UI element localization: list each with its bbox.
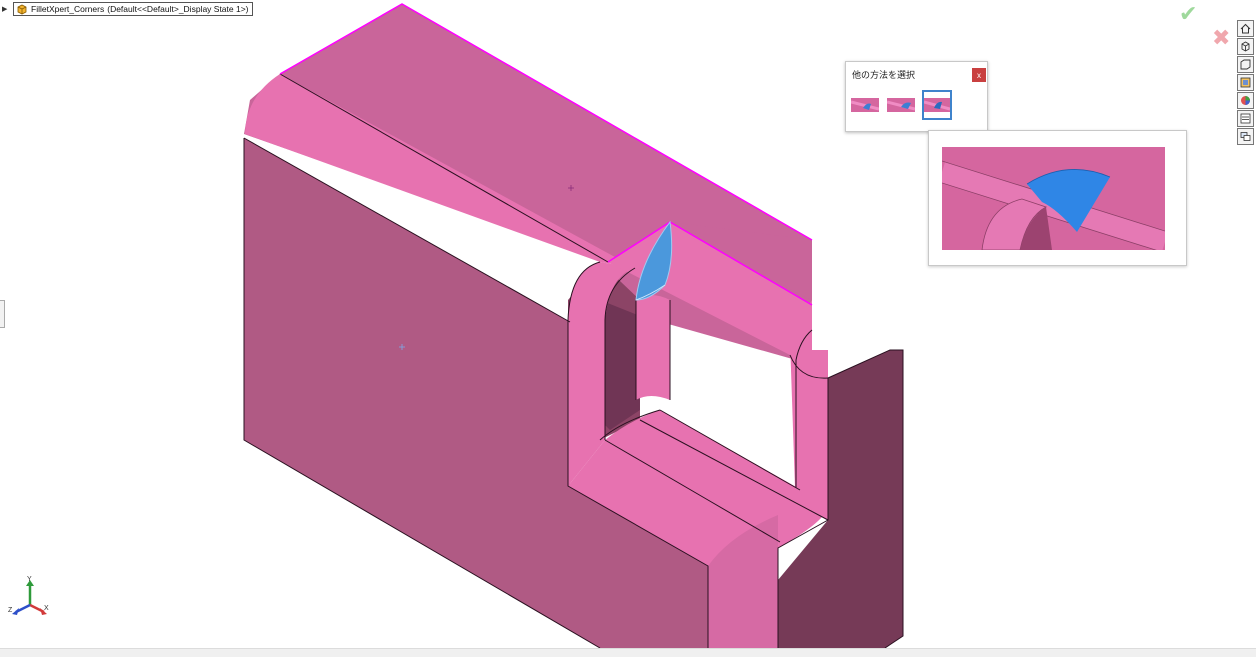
graphics-area[interactable]: Y X Z bbox=[0, 0, 1256, 648]
collapsed-panel-tab[interactable] bbox=[0, 300, 5, 328]
cancel-close-icon[interactable]: ✖ bbox=[1212, 26, 1230, 52]
corner-preview-panel bbox=[928, 130, 1187, 266]
triad-z-label: Z bbox=[8, 607, 13, 614]
triad-y-label: Y bbox=[27, 576, 32, 583]
appearance-icon[interactable] bbox=[1237, 92, 1254, 109]
document-title: FilletXpert_Corners bbox=[31, 4, 105, 14]
view-orientation-icon[interactable] bbox=[1237, 38, 1254, 55]
configuration-label: (Default<<Default>_Display State 1>) bbox=[107, 4, 249, 14]
reference-triad bbox=[12, 580, 47, 615]
accept-check-icon[interactable]: ✔ bbox=[1179, 2, 1197, 28]
part-tree-item[interactable]: FilletXpert_Corners (Default<<Default>_D… bbox=[13, 2, 253, 16]
feature-tree-flyout: ▶ FilletXpert_Corners (Default<<Default>… bbox=[2, 2, 253, 16]
slot-fillet-vertical[interactable] bbox=[636, 295, 670, 400]
triad-x-label: X bbox=[44, 605, 49, 612]
corner-option-2[interactable] bbox=[886, 90, 916, 120]
expand-arrow-icon[interactable]: ▶ bbox=[2, 2, 10, 16]
corner-option-1[interactable] bbox=[850, 90, 880, 120]
display-pane-icon[interactable] bbox=[1237, 128, 1254, 145]
display-style-icon[interactable] bbox=[1237, 74, 1254, 91]
corner-preview-image bbox=[942, 147, 1165, 250]
slot-inner-face[interactable] bbox=[600, 300, 640, 430]
heads-up-toolbar bbox=[1237, 20, 1254, 146]
background-cutout bbox=[812, 240, 903, 350]
corner-option-3-selected[interactable] bbox=[922, 90, 952, 120]
part-icon bbox=[17, 4, 27, 15]
popup-title: 他の方法を選択 bbox=[852, 71, 916, 81]
section-view-icon[interactable] bbox=[1237, 56, 1254, 73]
popup-close-button[interactable]: x bbox=[972, 68, 986, 82]
select-alternative-popup: 他の方法を選択 x bbox=[845, 61, 988, 132]
home-view-icon[interactable] bbox=[1237, 20, 1254, 37]
scene-icon[interactable] bbox=[1237, 110, 1254, 127]
